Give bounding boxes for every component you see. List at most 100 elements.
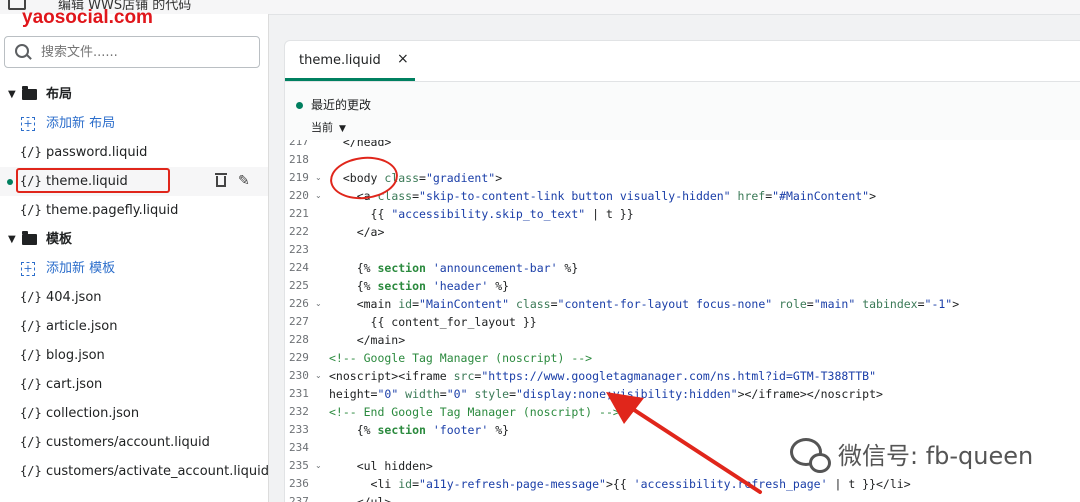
line-number: 234 (285, 439, 325, 457)
code-line: </head> (329, 140, 392, 149)
code-file-icon: {/} (20, 203, 42, 217)
version-label: 当前 (311, 121, 333, 134)
line-number-text: 226 (289, 297, 309, 310)
line-number-text: 222 (289, 225, 309, 238)
recent-changes-label: 最近的更改 (311, 98, 372, 112)
line-number: 225 (285, 277, 325, 295)
line-number: 237 (285, 493, 325, 502)
code-line: </a> (329, 225, 385, 239)
line-number: 236 (285, 475, 325, 493)
line-number-text: 219 (289, 171, 309, 184)
tab-bar: theme.liquid × (285, 41, 1080, 82)
line-number-text: 234 (289, 441, 309, 454)
file-row[interactable]: {/} customers/account.liquid (0, 428, 268, 457)
code-file-icon: {/} (20, 464, 42, 478)
code-line: <!-- End Google Tag Manager (noscript) -… (329, 405, 620, 419)
line-number: 232 (285, 403, 325, 421)
caret-down-icon: ▼ (8, 234, 16, 245)
tree-item-label: 模板 (46, 232, 73, 247)
line-number-text: 227 (289, 315, 309, 328)
tab-label: theme.liquid (299, 53, 381, 68)
trash-icon[interactable] (215, 173, 227, 187)
line-number: 235 ⌄ (285, 457, 325, 475)
file-row[interactable]: {/} blog.json (0, 341, 268, 370)
version-select[interactable]: 当前 ▼ (311, 119, 346, 135)
line-number-text: 224 (289, 261, 309, 274)
brand-watermark: yaosocial.com (22, 7, 153, 28)
fold-chevron-icon[interactable]: ⌄ (315, 367, 322, 385)
add-icon: + (21, 117, 35, 131)
tree-item-label: password.liquid (46, 145, 148, 160)
tree-item-label: 布局 (46, 87, 73, 102)
line-number: 228 (285, 331, 325, 349)
code-line: {% section 'footer' %} (329, 423, 510, 437)
file-row[interactable]: {/} collection.json (0, 399, 268, 428)
code-file-icon: {/} (20, 290, 42, 304)
line-number: 220 ⌄ (285, 187, 325, 205)
file-row[interactable]: {/} ✎ theme.liquid (0, 167, 268, 196)
code-line: <!-- Google Tag Manager (noscript) --> (329, 351, 593, 365)
tree-item-label: collection.json (46, 406, 140, 421)
tree-item-label: 添加新 布局 (46, 116, 116, 131)
caret-down-icon: ▼ (8, 89, 16, 100)
code-file-icon: {/} (20, 145, 42, 159)
code-file-icon: {/} (20, 406, 42, 420)
tree-item-label: 添加新 模板 (46, 261, 116, 276)
code-line: </ul> (329, 495, 392, 502)
add-file-link[interactable]: + 添加新 布局 (0, 109, 268, 138)
line-number: 229 (285, 349, 325, 367)
more-actions-button[interactable]: ··· (202, 0, 219, 8)
search-input[interactable] (39, 42, 253, 62)
fold-chevron-icon[interactable]: ⌄ (315, 187, 322, 205)
pencil-icon[interactable]: ✎ (238, 167, 250, 196)
code-file-icon: {/} (20, 435, 42, 449)
annotation-arrow (606, 392, 762, 494)
code-line: {% section 'header' %} (329, 279, 510, 293)
close-icon[interactable]: × (397, 51, 409, 67)
line-number-text: 237 (289, 495, 309, 502)
wechat-icon (790, 438, 831, 473)
line-number: 224 (285, 259, 325, 277)
status-dot (296, 102, 303, 109)
recent-changes-bar: 最近的更改 当前 ▼ (285, 82, 1080, 141)
wechat-id: 微信号: fb-queen (838, 442, 1034, 470)
line-number: 222 (285, 223, 325, 241)
search-box[interactable] (4, 36, 260, 68)
tree-item-label: 404.json (46, 290, 102, 305)
fold-chevron-icon[interactable]: ⌄ (315, 295, 322, 313)
tab-theme-liquid[interactable]: theme.liquid × (285, 41, 415, 81)
file-row[interactable]: {/} customers/activate_account.liquid (0, 457, 269, 486)
line-number: 223 (285, 241, 325, 259)
tree-item-label: article.json (46, 319, 118, 334)
file-row[interactable]: {/} cart.json (0, 370, 268, 399)
code-line: <a class="skip-to-content-link button vi… (329, 189, 877, 203)
line-number-text: 228 (289, 333, 309, 346)
tree-item-label: theme.liquid (46, 174, 128, 189)
tree-item-label: customers/account.liquid (46, 435, 210, 450)
code-line: <ul hidden> (329, 459, 433, 473)
line-gutter: 217 218 219 ⌄ 220 ⌄ 221 222 223 224 225 226 ⌄ 227 228 2… (285, 140, 325, 502)
folder-icon (22, 86, 37, 100)
code-file-icon: {/} (20, 319, 42, 333)
fold-chevron-icon[interactable]: ⌄ (315, 169, 322, 187)
tree-item-label: blog.json (46, 348, 105, 363)
file-row[interactable]: {/} theme.pagefly.liquid (0, 196, 268, 225)
folder-row[interactable]: ▼ 模板 (0, 225, 268, 254)
tree-item-label: cart.json (46, 377, 103, 392)
tree-item-label: theme.pagefly.liquid (46, 203, 179, 218)
file-row[interactable]: {/} article.json (0, 312, 268, 341)
top-bar: 编辑 WWS店铺 的代码 ··· (0, 0, 1080, 15)
code-line: {{ "accessibility.skip_to_text" | t }} (329, 207, 634, 221)
fold-chevron-icon[interactable]: ⌄ (315, 457, 322, 475)
file-row[interactable]: {/} 404.json (0, 283, 268, 312)
code-line: </main> (329, 333, 406, 347)
folder-icon (22, 231, 37, 245)
line-number-text: 225 (289, 279, 309, 292)
file-row[interactable]: {/} password.liquid (0, 138, 268, 167)
add-file-link[interactable]: + 添加新 模板 (0, 254, 268, 283)
line-number-text: 233 (289, 423, 309, 436)
code-editor-app: 编辑 WWS店铺 的代码 ··· ▼ 布局 + 添加新 布局 {/} password.l… (0, 0, 1080, 502)
line-number-text: 236 (289, 477, 309, 490)
line-number: 231 (285, 385, 325, 403)
folder-row[interactable]: ▼ 布局 (0, 80, 268, 109)
